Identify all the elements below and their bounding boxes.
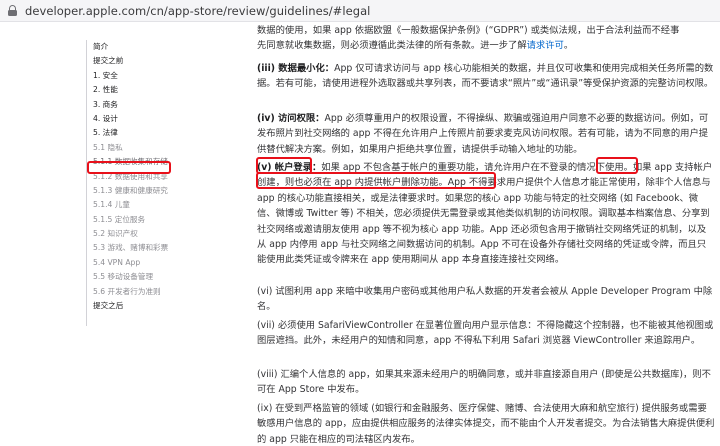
intro-line-2: 先同意就收集数据，则必须遵循此类法律的所有条款。进一步了解 <box>257 40 527 52</box>
intro-paragraph: 数据的使用，如果 app 依据欧盟《一般数据保护条例》(“GDPR”) 或类似法… <box>257 23 715 54</box>
sidebar-item[interactable]: 1. 安全 <box>87 69 178 83</box>
guidelines-sidebar-nav: 简介 提交之前 1. 安全 2. 性能 3. 商务 4. 设计 5. 法律 5.1 隐私 5.1… <box>86 40 178 326</box>
request-permission-link[interactable]: 请求许可 <box>527 40 564 51</box>
safari-viewcontroller-paragraph: (vii) 必须使用 SafariViewController 在显著位置向用户… <box>257 320 714 347</box>
sidebar-item[interactable]: 5. 法律 <box>87 126 178 140</box>
access-label: (iv) 访问权限： <box>257 113 325 124</box>
sidebar-item[interactable]: 5.4 VPN App <box>87 256 178 270</box>
sidebar-item[interactable]: 5.1.3 健康和健康研究 <box>87 184 178 198</box>
access-text: App 必须尊重用户的权限设置，不得操纵、欺骗或强迫用户同意不必要的数据访问。例… <box>257 113 709 155</box>
sidebar-item[interactable]: 简介 <box>87 40 178 54</box>
sidebar-item[interactable]: 提交之前 <box>87 54 178 68</box>
account-signin-text-c: App 不得要求用户提供个人信息才能正常使用，除非个人信息与 app 的核心功能… <box>257 177 711 266</box>
sidebar-item[interactable]: 5.1.5 定位服务 <box>87 213 178 227</box>
personal-info-paragraph: (viii) 汇编个人信息的 app，如果其来源未经用户的明确同意，或并非直接源… <box>257 369 711 396</box>
sidebar-item[interactable]: 4. 设计 <box>87 112 178 126</box>
account-deletion-highlight-end <box>256 172 496 189</box>
sidebar-item[interactable]: 2. 性能 <box>87 83 178 97</box>
access-paragraph: (iv) 访问权限：App 必须尊重用户的权限设置，不得操纵、欺骗或强迫用户同意… <box>257 111 715 157</box>
sidebar-item[interactable]: 5.3 游戏、赌博和彩票 <box>87 241 178 255</box>
sidebar-item[interactable]: 5.5 移动设备管理 <box>87 270 178 284</box>
sidebar-item[interactable]: 3. 商务 <box>87 98 178 112</box>
password-collection-paragraph: (vi) 试图利用 app 来暗中收集用户密码或其他用户私人数据的开发者会被从 … <box>257 286 713 313</box>
active-item-highlight-box <box>87 161 171 174</box>
browser-address-bar[interactable]: developer.apple.com/cn/app-store/review/… <box>0 0 720 22</box>
lock-icon <box>8 5 17 16</box>
data-minimization-label: (iii) 数据最小化： <box>257 63 335 74</box>
regulated-fields-paragraph: (ix) 在受到严格监管的领域 (如银行和金融服务、医疗保健、赌博、合法使用大麻… <box>257 403 715 445</box>
sidebar-item[interactable]: 5.1.4 儿童 <box>87 198 178 212</box>
sidebar-item[interactable]: 5.1 隐私 <box>87 141 178 155</box>
sidebar-item[interactable]: 提交之后 <box>87 299 178 313</box>
sidebar-item[interactable]: 5.2 知识产权 <box>87 227 178 241</box>
intro-line-1: 数据的使用，如果 app 依据欧盟《一般数据保护条例》(“GDPR”) 或类似法… <box>257 25 680 36</box>
sidebar-item[interactable]: 5.6 开发者行为准则 <box>87 285 178 299</box>
intro-line-end: 。 <box>563 40 574 52</box>
account-deletion-highlight-start <box>596 157 638 174</box>
url-text[interactable]: developer.apple.com/cn/app-store/review/… <box>25 4 370 18</box>
data-minimization-paragraph: (iii) 数据最小化：App 仅可请求访问与 app 核心功能相关的数据，并且… <box>257 61 715 92</box>
